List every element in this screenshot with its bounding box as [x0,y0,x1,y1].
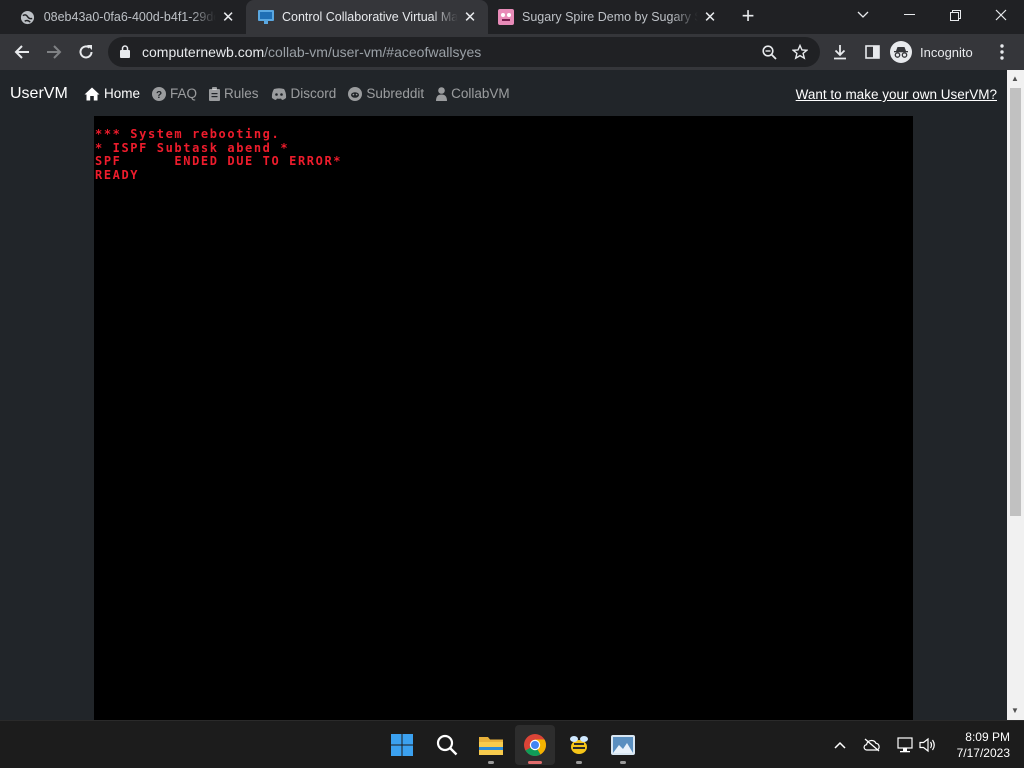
vm-console-output: *** System rebooting. * ISPF Subtask aben… [95,127,343,182]
new-tab-button[interactable]: + [737,5,759,28]
make-uservm-link[interactable]: Want to make your own UserVM? [796,87,997,102]
back-button[interactable] [8,38,36,66]
nav-rules[interactable]: Rules [209,86,259,101]
nav-label: Home [104,86,141,101]
nav-label: FAQ [170,86,198,101]
nav-faq[interactable]: ? FAQ [152,86,197,101]
system-clock[interactable]: 8:09 PM 7/17/2023 [957,729,1010,761]
console-line: * ISPF Subtask abend * [95,140,290,155]
search-icon[interactable] [427,725,467,765]
scroll-down-icon[interactable]: ▼ [1011,706,1019,715]
close-icon[interactable]: ✕ [702,8,718,26]
minimize-button[interactable] [886,0,932,30]
close-window-button[interactable] [978,0,1024,30]
incognito-indicator[interactable]: Incognito [890,38,973,66]
browser-toolbar: computernewb.com/collab-vm/user-vm/#aceo… [0,34,1024,70]
volume-icon[interactable] [918,735,938,755]
tab-search-chevron-icon[interactable] [840,0,886,30]
start-icon[interactable] [382,725,422,765]
close-icon[interactable]: ✕ [220,8,236,26]
globe-icon [20,9,36,25]
side-panel-icon[interactable] [858,38,886,66]
restore-button[interactable] [932,0,978,30]
bee-app-icon[interactable] [559,725,599,765]
browser-menu-icon[interactable] [988,38,1016,66]
clock-time: 8:09 PM [965,730,1010,744]
tab-strip: 08eb43a0-0fa6-400d-b4f1-29def ✕ Control … [0,0,1024,34]
tab-title: 08eb43a0-0fa6-400d-b4f1-29def [43,10,217,24]
windows-taskbar: 8:09 PM 7/17/2023 [0,720,1024,768]
home-icon [84,87,100,101]
incognito-icon [890,41,912,63]
question-icon: ? [152,86,167,101]
tab-title: Control Collaborative Virtual Mac [282,10,458,24]
site-nav: Home ? FAQ Rules Discord Subreddit Colla… [84,86,510,101]
nav-home[interactable]: Home [84,86,140,101]
page-content: UserVM Home ? FAQ Rules Discord Subreddi… [0,70,1007,761]
vm-display[interactable]: *** System rebooting. * ISPF Subtask aben… [94,116,913,761]
image-viewer-icon[interactable] [603,725,643,765]
game-icon [498,9,514,25]
chrome-icon[interactable] [515,725,555,765]
scrollbar-thumb[interactable] [1010,88,1021,516]
nav-subreddit[interactable]: Subreddit [348,86,424,101]
svg-text:?: ? [156,90,162,101]
url-text[interactable]: computernewb.com/collab-vm/user-vm/#aceo… [142,44,481,60]
user-icon [436,86,448,101]
reload-button[interactable] [72,38,100,66]
reddit-icon [348,86,363,101]
console-line: READY [95,167,140,182]
discord-icon [271,87,287,100]
file-explorer-icon[interactable] [471,725,511,765]
nav-label: Rules [224,86,259,101]
onedrive-offline-icon[interactable] [862,735,882,755]
nav-discord[interactable]: Discord [271,86,337,101]
rules-icon [209,86,221,101]
tab-uuid[interactable]: 08eb43a0-0fa6-400d-b4f1-29def ✕ [0,0,246,34]
site-brand[interactable]: UserVM [10,85,68,103]
close-icon[interactable]: ✕ [462,8,478,26]
nav-label: Subreddit [366,86,425,101]
scroll-up-icon[interactable]: ▲ [1011,74,1019,83]
nav-collabvm[interactable]: CollabVM [436,86,510,101]
nav-label: Discord [290,86,337,101]
clock-date: 7/17/2023 [956,746,1010,760]
forward-button[interactable] [40,38,68,66]
bookmark-star-icon[interactable] [791,43,809,61]
page-scrollbar[interactable]: ▲ ▼ [1007,70,1024,720]
tab-sugary-spire[interactable]: Sugary Spire Demo by Sugary Sp ✕ [488,0,728,34]
address-bar[interactable]: computernewb.com/collab-vm/user-vm/#aceo… [108,37,820,67]
tab-title: Sugary Spire Demo by Sugary Sp [522,10,698,24]
url-path: /collab-vm/user-vm/#aceofwallsyes [264,44,482,60]
incognito-label: Incognito [920,44,973,60]
console-line: SPF ENDED DUE TO ERROR* [95,154,343,168]
nav-label: CollabVM [451,86,510,101]
tab-collabvm[interactable]: Control Collaborative Virtual Mac ✕ [246,0,488,34]
chevron-up-icon[interactable] [832,735,848,755]
console-line: *** System rebooting. [95,127,281,141]
monitor-icon [258,9,274,25]
url-host: computernewb.com [142,44,265,60]
zoom-icon[interactable] [760,43,778,61]
download-icon[interactable] [826,38,854,66]
network-icon[interactable] [895,735,915,755]
lock-icon[interactable] [120,45,130,63]
